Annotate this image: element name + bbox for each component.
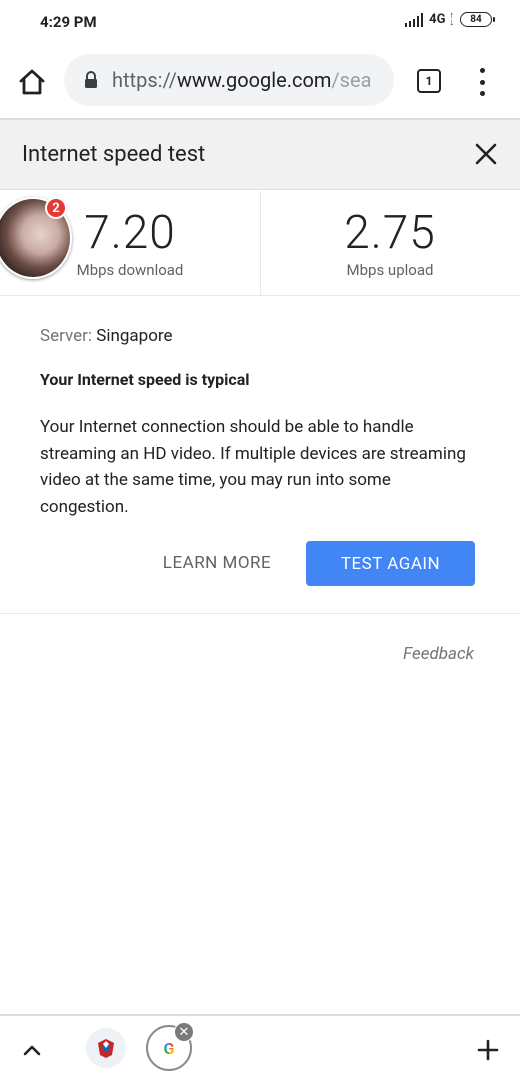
new-tab-button[interactable] xyxy=(476,1038,500,1062)
chat-head-bubble[interactable]: 2 xyxy=(0,197,72,279)
server-value: Singapore xyxy=(96,326,173,346)
card-header: Internet speed test xyxy=(0,118,520,190)
close-tab-icon[interactable]: ✕ xyxy=(174,1022,194,1042)
tab-count: 1 xyxy=(425,74,433,88)
url-path: /sea xyxy=(331,68,372,92)
tab-thumbnail-news[interactable] xyxy=(86,1028,126,1068)
google-logo-icon: G xyxy=(163,1038,175,1058)
home-button[interactable] xyxy=(16,66,48,98)
upload-value: 2.75 xyxy=(344,206,436,260)
browser-toolbar: https://www.google.com/sea 1 xyxy=(0,44,520,118)
status-indicators: 4G ↑ ↓ 84 xyxy=(404,10,495,28)
chevron-up-icon xyxy=(23,1045,41,1056)
bottom-tab-bar: G ✕ xyxy=(0,1014,520,1080)
expand-button[interactable] xyxy=(22,1042,42,1056)
speed-details: Server: Singapore Your Internet speed is… xyxy=(0,296,520,614)
url-bar[interactable]: https://www.google.com/sea xyxy=(64,54,394,106)
status-time: 4:29 PM xyxy=(40,13,97,31)
upload-metric: 2.75 Mbps upload xyxy=(260,191,520,279)
data-activity-icon: ↑ ↓ xyxy=(449,10,455,28)
test-again-button[interactable]: TEST AGAIN xyxy=(306,541,475,586)
close-icon xyxy=(475,143,497,165)
speed-headline: Your Internet speed is typical xyxy=(40,370,250,389)
battery-level: 84 xyxy=(470,14,482,25)
speed-results: 7.20 Mbps download 2.75 Mbps upload xyxy=(0,191,520,296)
url-host: www.google.com xyxy=(176,68,332,92)
url-text[interactable]: https://www.google.com/sea xyxy=(112,68,387,92)
battery-icon: 84 xyxy=(460,12,495,27)
notification-badge: 2 xyxy=(45,197,67,219)
card-title: Internet speed test xyxy=(22,142,206,167)
upload-unit: Mbps upload xyxy=(346,261,434,279)
feedback-link[interactable]: Feedback xyxy=(403,644,474,664)
lock-icon xyxy=(85,71,97,88)
signal-icon xyxy=(404,12,424,27)
network-type: 4G xyxy=(429,12,446,27)
app-logo-icon xyxy=(98,1039,114,1058)
home-icon xyxy=(19,69,45,95)
close-button[interactable] xyxy=(474,142,498,166)
server-label: Server: xyxy=(40,326,93,346)
server-line: Server: Singapore xyxy=(40,326,173,346)
tab-switcher-button[interactable]: 1 xyxy=(417,69,441,93)
url-scheme: https:// xyxy=(112,68,177,92)
plus-icon xyxy=(477,1039,499,1061)
speed-description: Your Internet connection should be able … xyxy=(40,417,466,517)
status-bar: 4:29 PM 4G ↑ ↓ 84 xyxy=(0,0,520,44)
overflow-menu-icon[interactable] xyxy=(474,68,490,96)
learn-more-button[interactable]: LEARN MORE xyxy=(150,542,284,584)
